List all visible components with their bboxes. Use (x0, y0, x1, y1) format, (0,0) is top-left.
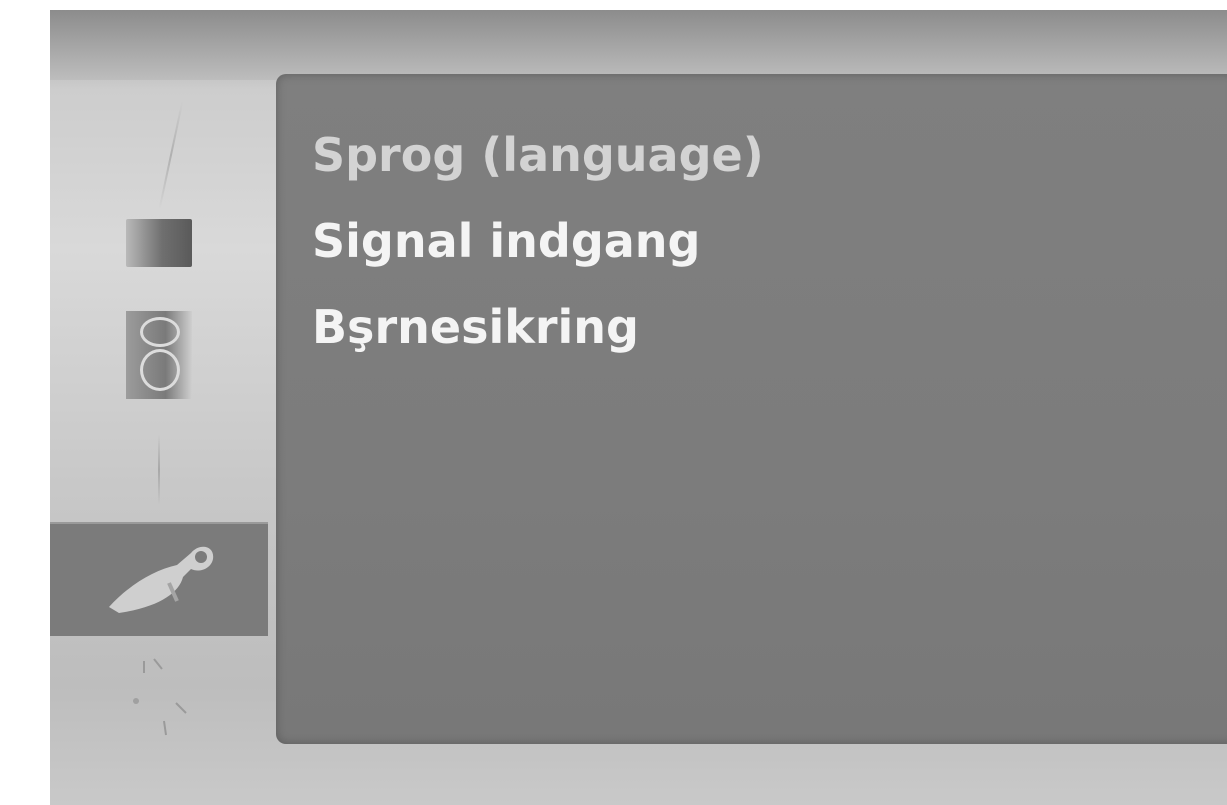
menu-item-child-lock[interactable]: Bşrnesikring (312, 284, 764, 370)
menu-item-language[interactable]: Sprog (language) (312, 112, 764, 198)
speaker-icon (126, 311, 192, 399)
osd-screen: Sprog (language) Signal indgang Bşrnesik… (50, 10, 1227, 805)
sidebar-item-audio[interactable] (50, 302, 268, 408)
picture-icon (126, 219, 192, 267)
category-sidebar (50, 80, 275, 760)
menu-item-signal-input[interactable]: Signal indgang (312, 198, 764, 284)
clock-icon (139, 435, 179, 505)
wrench-icon (99, 535, 219, 625)
sidebar-item-time[interactable] (50, 425, 268, 515)
misc-icon (114, 651, 204, 745)
setup-menu-panel: Sprog (language) Signal indgang Bşrnesik… (276, 74, 1227, 744)
sidebar-item-misc[interactable] (50, 648, 268, 748)
sidebar-item-setup[interactable] (50, 522, 268, 636)
setup-menu-list: Sprog (language) Signal indgang Bşrnesik… (312, 112, 764, 370)
decorative-line (158, 100, 184, 210)
sidebar-item-picture[interactable] (50, 208, 268, 278)
